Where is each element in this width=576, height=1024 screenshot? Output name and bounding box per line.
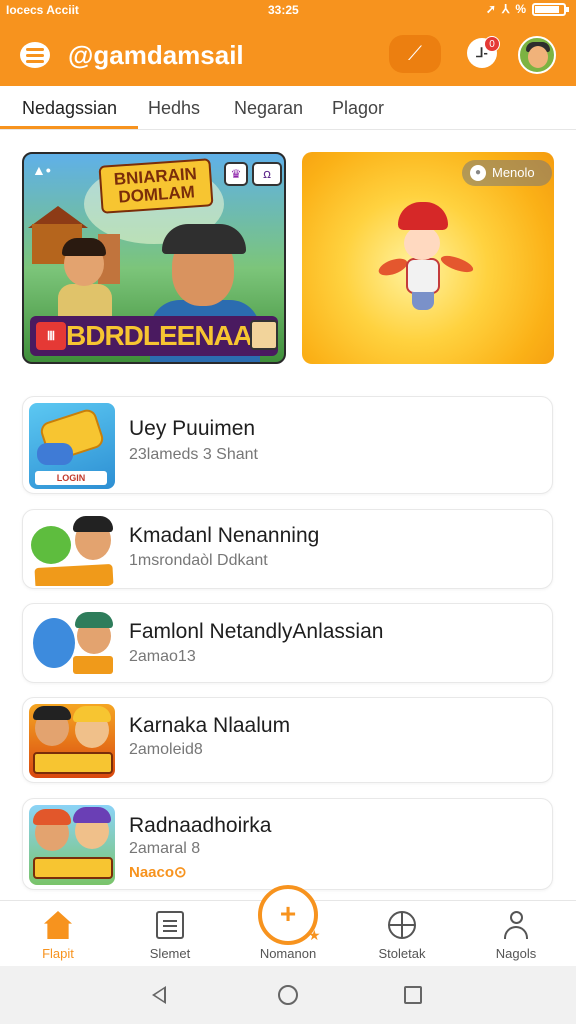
- tab-plagor[interactable]: Plagor: [332, 98, 384, 119]
- nav-nagols[interactable]: Nagols: [466, 901, 566, 967]
- nav-label: Stoletak: [378, 946, 426, 961]
- game-title: Uey Puuimen: [129, 417, 256, 440]
- game-title: Famlonl NetandlyAnlassian: [129, 620, 384, 643]
- signal-icon: ⅄: [501, 2, 510, 16]
- game-tag: Naaco⊙: [129, 864, 187, 881]
- search-icon[interactable]: ⟋: [389, 35, 441, 73]
- play-icon: ●: [470, 165, 486, 181]
- tab-hedhs[interactable]: Hedhs: [148, 98, 200, 119]
- nav-label: Nomanon: [259, 946, 317, 961]
- status-icons: ➚ ⅄ %: [485, 2, 569, 16]
- list-item[interactable]: LOGIN Uey Puuimen 23lameds 3 Shant: [22, 396, 553, 494]
- tab-nedagssian[interactable]: Nedagssian: [22, 98, 117, 119]
- game-subtitle: 2amaral 8: [129, 840, 201, 857]
- app-bar: @gamdamsail ⟋ ⅃‑ 0: [0, 20, 576, 86]
- list-item[interactable]: Famlonl NetandlyAnlassian 2amao13: [22, 603, 553, 683]
- game-subtitle: 2amoleid8: [129, 741, 203, 758]
- banner-badge: Ⅲ: [36, 322, 66, 350]
- hero-character-art: [376, 202, 478, 312]
- battery-level: [535, 5, 559, 13]
- game-thumbnail: [29, 704, 115, 778]
- notification-badge: 0: [484, 36, 500, 52]
- home-circle-icon[interactable]: [278, 985, 298, 1005]
- game-thumbnail: [29, 608, 115, 680]
- system-nav-bar: [0, 966, 576, 1024]
- game-thumbnail: [29, 514, 115, 586]
- nav-label: Slemet: [149, 946, 191, 961]
- globe-icon: [388, 911, 416, 939]
- avatar[interactable]: [518, 36, 556, 74]
- percent-icon: %: [515, 2, 526, 16]
- profile-icon: [502, 911, 530, 939]
- active-tab-indicator: [0, 126, 138, 129]
- list-icon: [156, 911, 184, 939]
- nav-label: Flapit: [42, 946, 74, 961]
- carrier-label: Iocecs Acciit: [6, 3, 79, 17]
- game-title: Kmadanl Nenanning: [129, 524, 320, 547]
- nav-slemet[interactable]: Slemet: [120, 901, 220, 967]
- menu-icon[interactable]: [20, 42, 50, 68]
- game-title: Radnaadhoirka: [129, 814, 272, 837]
- list-item[interactable]: Karnaka Nlaalum 2amoleid8: [22, 697, 553, 783]
- recents-icon[interactable]: [404, 986, 422, 1004]
- nav-stoletak[interactable]: Stoletak: [352, 901, 452, 967]
- game-thumbnail: [29, 805, 115, 885]
- banner-thumb-icon: [250, 320, 278, 350]
- location-icon: ➚: [485, 2, 496, 16]
- banner-name-strip: Ⅲ BDRDLEENAA: [30, 316, 278, 356]
- bottom-nav: Flapit Slemet Nomanon + ★ Stoletak Nagol…: [0, 885, 576, 967]
- tab-bar: Nedagssian Hedhs Negaran Plagor: [0, 86, 576, 130]
- home-icon: [44, 911, 72, 939]
- featured-banner-2[interactable]: ● Menolo: [302, 152, 554, 364]
- game-title: Karnaka Nlaalum: [129, 714, 291, 737]
- menolo-label: Menolo: [492, 165, 535, 180]
- game-thumbnail: LOGIN: [29, 403, 115, 489]
- list-item[interactable]: Radnaadhoirka 2amaral 8 Naaco⊙: [22, 798, 553, 890]
- game-icon: ꭥ: [252, 162, 282, 186]
- banner-corner-icon: ▲•: [32, 162, 51, 178]
- list-item[interactable]: Kmadanl Nenanning 1msrondaòl Ddkant: [22, 509, 553, 589]
- thumb-label: LOGIN: [35, 471, 107, 485]
- sparkle-icon: ★: [308, 927, 321, 943]
- game-subtitle: 1msrondaòl Ddkant: [129, 552, 268, 569]
- battery-icon: [532, 2, 569, 16]
- game-subtitle: 23lameds 3 Shant: [129, 446, 258, 463]
- game-icon: ♛: [224, 162, 248, 186]
- nav-home[interactable]: Flapit: [8, 901, 108, 967]
- featured-banner-1[interactable]: ▲• BNIARAIN DOMLAM ♛ ꭥ Ⅲ BDRDLEENAA: [22, 152, 286, 364]
- nav-label: Nagols: [495, 946, 537, 961]
- app-title: @gamdamsail: [68, 40, 244, 70]
- banner-title-art: BNIARAIN DOMLAM: [98, 158, 214, 214]
- status-time: 33:25: [268, 3, 299, 17]
- banner-name-art: BDRDLEENAA: [66, 320, 253, 351]
- game-subtitle: 2amao13: [129, 648, 196, 665]
- status-bar: Iocecs Acciit 33:25 ➚ ⅄ %: [0, 0, 576, 20]
- menolo-pill[interactable]: ● Menolo: [462, 160, 552, 186]
- tab-negaran[interactable]: Negaran: [234, 98, 303, 119]
